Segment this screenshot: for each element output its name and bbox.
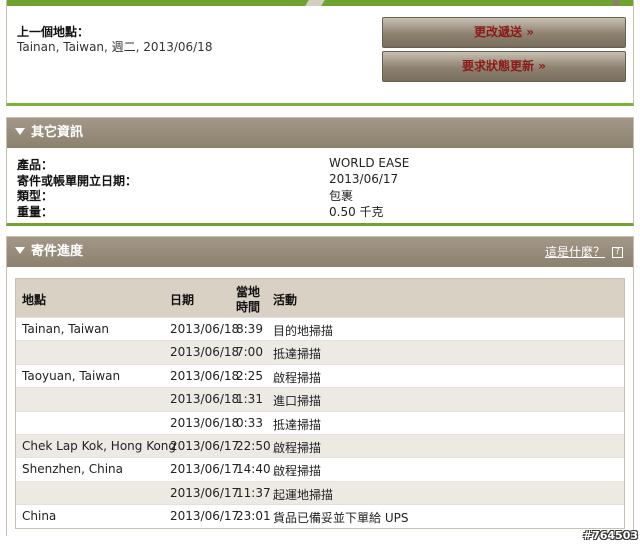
progress-table-header: 地點 日期 當地 時間 活動 [16,279,624,317]
cell-date: 2013/06/18 [170,392,240,407]
watermark-id: #764503 [582,529,638,542]
table-row: 2013/06/18 1:31 進口掃描 [16,387,624,411]
shipment-summary-card: 上一個地點： Tainan, Taiwan, 週二, 2013/06/18 更改… [6,0,634,106]
cell-location: Tainan, Taiwan [22,322,110,336]
info-row-type: 類型： 包裹 [17,187,353,204]
cell-time: 11:37 [236,485,271,500]
info-label: 類型： [17,189,54,203]
collapse-triangle-icon[interactable] [15,247,25,254]
shipment-progress-panel: 寄件進度 這是什麼？ ? 地點 日期 當地 時間 活動 Tainan, Taiw… [6,236,634,536]
cell-time: 2:25 [236,368,263,383]
info-value: 0.50 千克 [329,205,384,219]
shipment-progress-title: 寄件進度 [31,244,84,259]
cell-time: 23:01 [236,509,271,524]
info-value: 包裹 [329,189,354,203]
table-row: Shenzhen, China 2013/06/17 14:40 啟程掃描 [16,457,624,480]
cell-location: Shenzhen, China [22,462,124,477]
cell-activity: 目的地掃描 [273,324,334,338]
corner-marker [613,0,619,6]
table-row: 2013/06/18 7:00 抵達掃描 [16,340,624,364]
table-row: Tainan, Taiwan 2013/06/18 8:39 目的地掃描 [16,317,624,340]
cell-activity: 進口掃描 [273,394,322,409]
cell-activity: 起運地掃描 [273,487,334,502]
column-header-location: 地點 [22,293,47,307]
cell-location: Taoyuan, Taiwan [22,368,121,383]
change-delivery-button[interactable]: 更改遞送 » [382,17,626,48]
cell-date: 2013/06/18 [170,345,240,360]
cell-time: 14:40 [236,462,271,477]
cell-date: 2013/06/18 [170,368,240,383]
whats-this-link[interactable]: 這是什麼？ [545,237,605,267]
cell-time: 7:00 [236,345,263,360]
column-header-activity: 活動 [273,293,298,307]
cell-time: 22:50 [236,438,271,453]
info-value: WORLD EASE [329,156,410,170]
other-info-title: 其它資訊 [31,125,84,140]
column-header-date: 日期 [170,293,195,307]
table-row: Taoyuan, Taiwan 2013/06/18 2:25 啟程掃描 [16,363,624,387]
request-status-update-button[interactable]: 要求狀態更新 » [382,51,626,82]
cell-activity: 啟程掃描 [273,440,322,455]
last-location-value: Tainan, Taiwan, 週二, 2013/06/18 [17,40,213,54]
column-header-time-line2: 時間 [236,300,261,314]
cell-date: 2013/06/18 [170,415,240,430]
cell-time: 1:31 [236,392,263,407]
info-label: 產品： [17,158,54,172]
collapse-triangle-icon[interactable] [15,128,25,135]
table-row: 2013/06/17 11:37 起運地掃描 [16,480,624,505]
info-label: 重量： [17,205,54,219]
other-info-panel: 其它資訊 產品： WORLD EASE 寄件或帳單開立日期： 2013/06/1… [6,117,634,226]
table-row: Chek Lap Kok, Hong Kong 2013/06/17 22:50 啟程… [16,433,624,458]
progress-table: 地點 日期 當地 時間 活動 Tainan, Taiwan 2013/06/18 8… [15,278,625,529]
cell-time: 0:33 [236,415,263,430]
cell-date: 2013/06/17 [170,438,240,453]
other-info-header[interactable]: 其它資訊 [7,118,633,148]
cell-date: 2013/06/17 [170,509,240,524]
cell-location: China [22,509,57,524]
info-row-product: 產品： WORLD EASE [17,156,409,173]
cell-date: 2013/06/18 [170,322,240,336]
cell-location: Chek Lap Kok, Hong Kong [22,438,177,453]
shipment-progress-header[interactable]: 寄件進度 這是什麼？ ? [7,237,633,267]
cell-activity: 啟程掃描 [273,370,322,385]
cell-activity: 貨品已備妥並下單給 UPS [273,511,409,526]
table-row: 2013/06/18 0:33 抵達掃描 [16,410,624,434]
info-label: 寄件或帳單開立日期： [17,174,138,188]
info-value: 2013/06/17 [329,172,399,186]
cell-activity: 抵達掃描 [273,417,322,432]
cell-time: 8:39 [236,322,263,336]
cell-date: 2013/06/17 [170,462,240,477]
cell-activity: 啟程掃描 [273,464,322,479]
cell-date: 2013/06/17 [170,485,240,500]
table-row: China 2013/06/17 23:01 貨品已備妥並下單給 UPS [16,504,624,527]
cell-activity: 抵達掃描 [273,347,322,362]
help-icon[interactable]: ? [612,247,623,258]
summary-top-bar [7,0,633,6]
info-row-weight: 重量： 0.50 千克 [17,203,384,220]
